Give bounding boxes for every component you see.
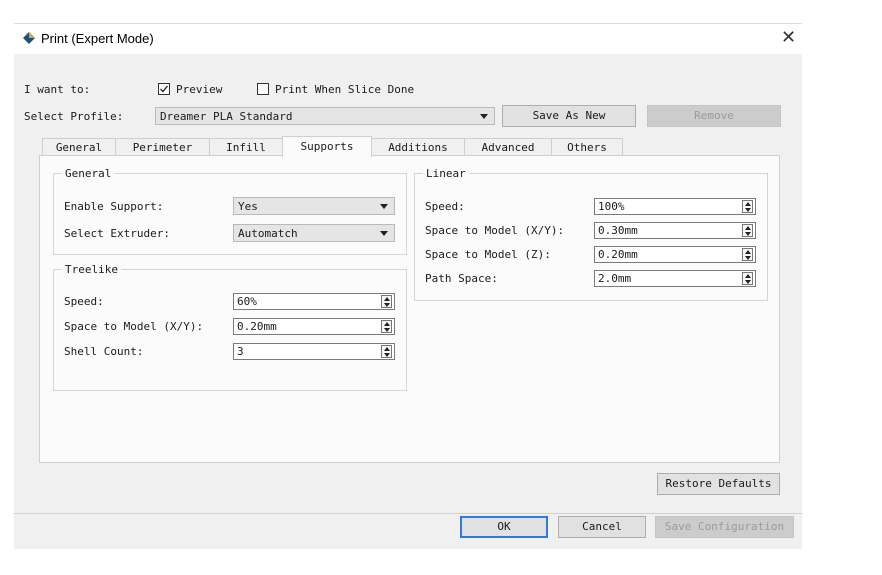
cancel-button[interactable]: Cancel bbox=[558, 516, 646, 538]
dropdown-arrow-icon bbox=[480, 114, 488, 119]
linear-group-title: Linear bbox=[423, 167, 469, 180]
lin-speed-input[interactable]: 100% bbox=[594, 198, 756, 215]
shell-count-label: Shell Count: bbox=[64, 345, 144, 358]
tree-space-xy-label: Space to Model (X/Y): bbox=[64, 320, 204, 333]
enable-support-label: Enable Support: bbox=[64, 200, 164, 213]
supports-panel: General Enable Support: Yes Select Extru… bbox=[39, 155, 780, 463]
treelike-group-title: Treelike bbox=[62, 263, 121, 276]
lin-space-xy-label: Space to Model (X/Y): bbox=[425, 224, 565, 237]
profile-value: Dreamer PLA Standard bbox=[160, 110, 293, 123]
select-extruder-value: Automatch bbox=[238, 227, 298, 240]
tree-space-xy-input[interactable]: 0.20mm bbox=[233, 318, 395, 335]
enable-support-value: Yes bbox=[238, 200, 258, 213]
select-extruder-label: Select Extruder: bbox=[64, 227, 170, 240]
tree-speed-value: 60% bbox=[237, 295, 257, 308]
check-icon bbox=[160, 85, 169, 93]
lin-speed-value: 100% bbox=[598, 200, 625, 213]
title-bar: Print (Expert Mode) ✕ bbox=[14, 24, 802, 54]
profile-label: Select Profile: bbox=[24, 110, 124, 123]
tree-speed-input[interactable]: 60% bbox=[233, 293, 395, 310]
select-extruder-select[interactable]: Automatch bbox=[233, 224, 395, 242]
shell-count-input[interactable]: 3 bbox=[233, 343, 395, 360]
spin-arrows-icon[interactable] bbox=[381, 320, 392, 333]
save-configuration-button[interactable]: Save Configuration bbox=[655, 516, 794, 538]
restore-defaults-button[interactable]: Restore Defaults bbox=[657, 473, 780, 495]
spin-arrows-icon[interactable] bbox=[742, 248, 753, 261]
shell-count-value: 3 bbox=[237, 345, 244, 358]
tree-space-xy-value: 0.20mm bbox=[237, 320, 277, 333]
preview-label[interactable]: Preview bbox=[176, 83, 222, 96]
lin-space-z-value: 0.20mm bbox=[598, 248, 638, 261]
save-as-new-button[interactable]: Save As New bbox=[502, 105, 636, 127]
spin-arrows-icon[interactable] bbox=[381, 295, 392, 308]
close-icon[interactable]: ✕ bbox=[781, 28, 796, 46]
lin-speed-label: Speed: bbox=[425, 200, 465, 213]
footer-separator bbox=[14, 513, 802, 514]
path-space-value: 2.0mm bbox=[598, 272, 632, 285]
spin-arrows-icon[interactable] bbox=[742, 272, 753, 285]
ok-button[interactable]: OK bbox=[460, 516, 548, 538]
profile-select[interactable]: Dreamer PLA Standard bbox=[155, 107, 495, 125]
dropdown-arrow-icon bbox=[380, 204, 388, 209]
tree-speed-label: Speed: bbox=[64, 295, 104, 308]
print-when-done-label[interactable]: Print When Slice Done bbox=[275, 83, 414, 96]
preview-checkbox[interactable] bbox=[158, 83, 170, 95]
general-group-title: General bbox=[62, 167, 115, 180]
tab-supports[interactable]: Supports bbox=[282, 136, 372, 157]
want-label: I want to: bbox=[24, 83, 91, 96]
lin-space-xy-value: 0.30mm bbox=[598, 224, 638, 237]
path-space-input[interactable]: 2.0mm bbox=[594, 270, 756, 287]
enable-support-select[interactable]: Yes bbox=[233, 197, 395, 215]
lin-space-xy-input[interactable]: 0.30mm bbox=[594, 222, 756, 239]
remove-button[interactable]: Remove bbox=[647, 105, 781, 127]
app-logo-icon bbox=[23, 32, 35, 44]
window-title: Print (Expert Mode) bbox=[41, 31, 154, 46]
print-dialog: Print (Expert Mode) ✕ I want to: Preview… bbox=[14, 23, 802, 549]
spin-arrows-icon[interactable] bbox=[742, 224, 753, 237]
print-when-done-checkbox[interactable] bbox=[257, 83, 269, 95]
lin-space-z-label: Space to Model (Z): bbox=[425, 248, 551, 261]
spin-arrows-icon[interactable] bbox=[742, 200, 753, 213]
path-space-label: Path Space: bbox=[425, 272, 498, 285]
lin-space-z-input[interactable]: 0.20mm bbox=[594, 246, 756, 263]
spin-arrows-icon[interactable] bbox=[381, 345, 392, 358]
dropdown-arrow-icon bbox=[380, 231, 388, 236]
